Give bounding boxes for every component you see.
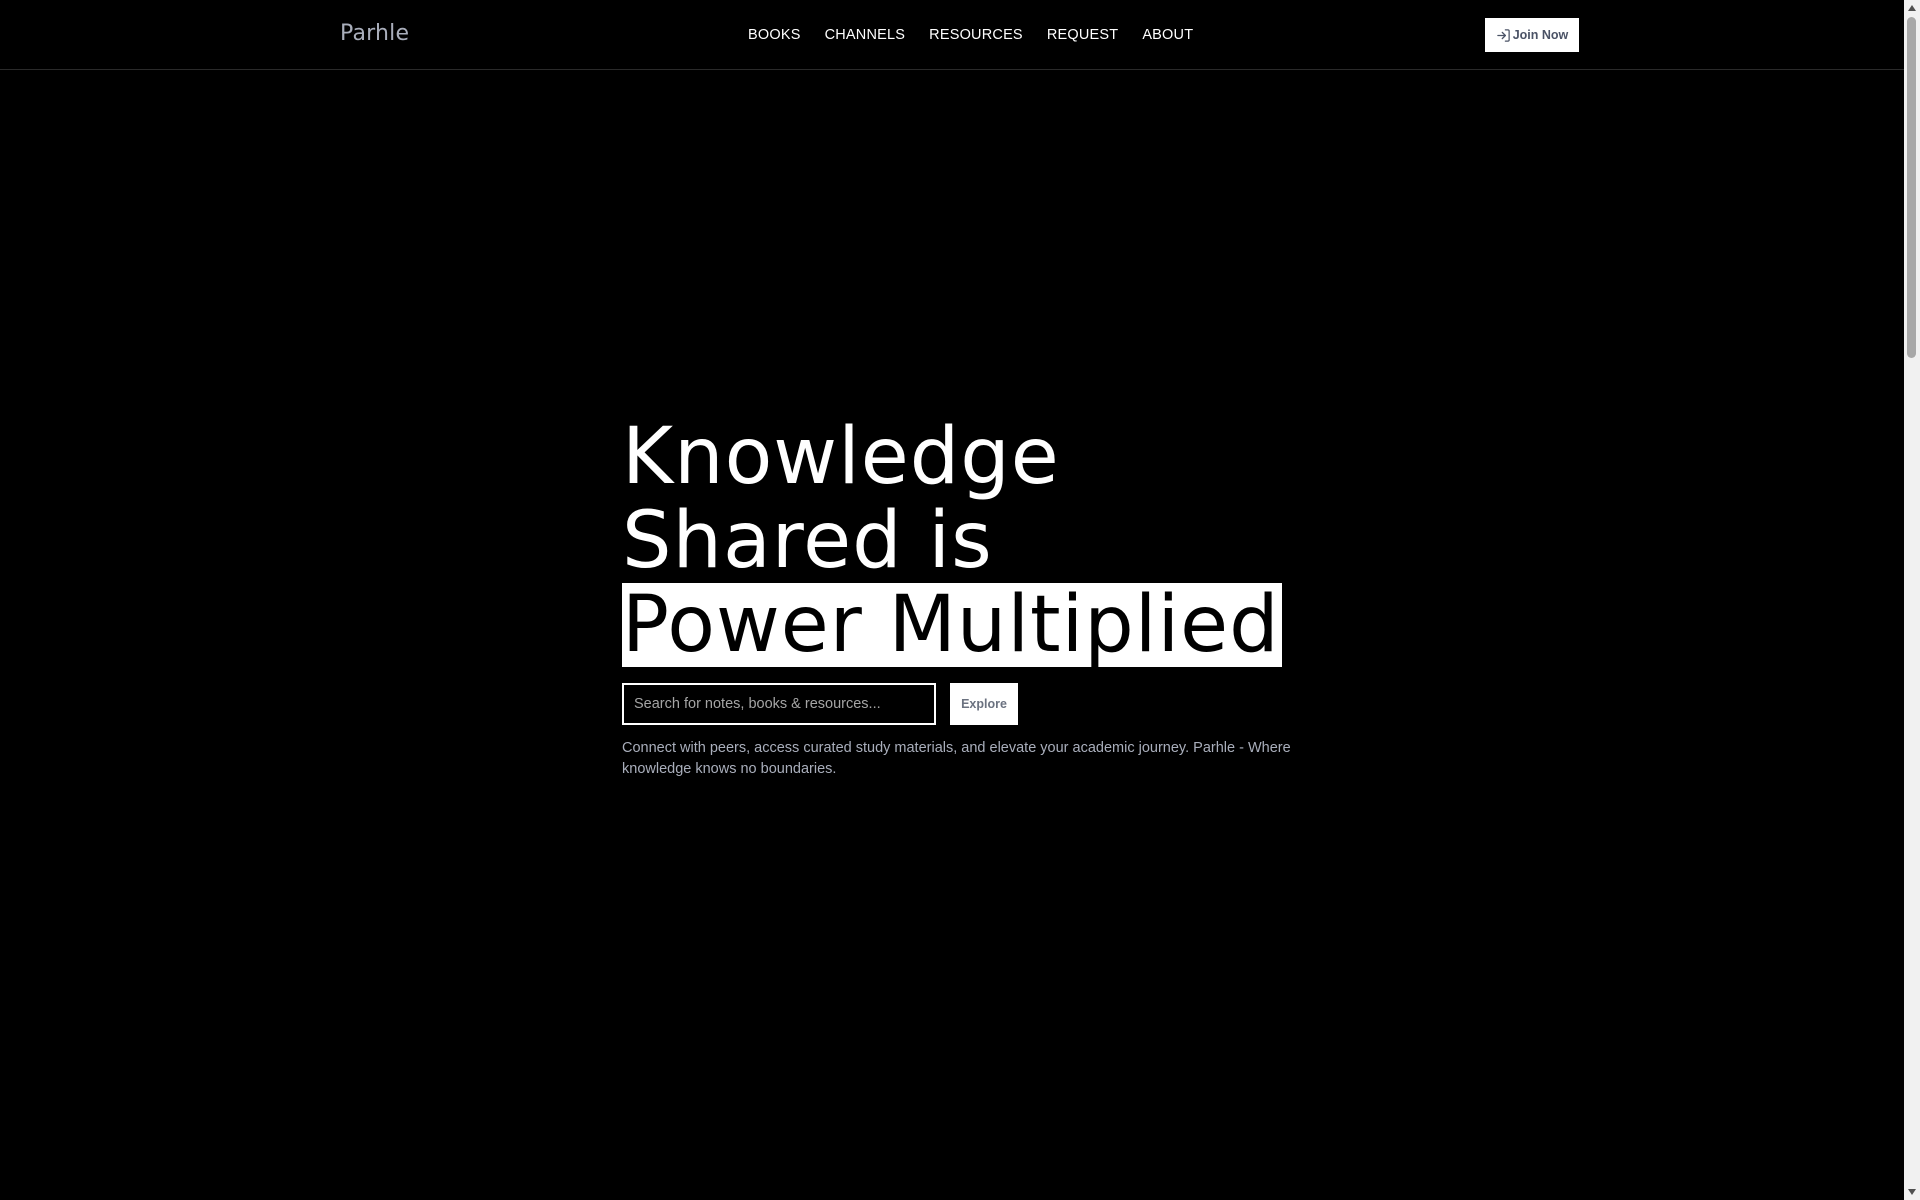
scroll-up-arrow-icon[interactable]	[1904, 0, 1920, 16]
search-row: Explore	[622, 683, 1018, 725]
page: Parhle BOOKS CHANNELS RESOURCES REQUEST …	[0, 0, 1920, 1200]
scroll-down-arrow-icon[interactable]	[1904, 1184, 1920, 1200]
headline-highlight: Power Multiplied	[622, 580, 1282, 670]
join-now-button[interactable]: Join Now	[1485, 18, 1579, 52]
vertical-scrollbar[interactable]	[1904, 0, 1920, 1200]
nav-books[interactable]: BOOKS	[748, 25, 801, 45]
nav-resources[interactable]: RESOURCES	[929, 25, 1023, 45]
join-now-label: Join Now	[1512, 28, 1569, 42]
scrollbar-thumb[interactable]	[1907, 17, 1916, 358]
hero-section: Knowledge Shared is Power Multiplied Exp…	[622, 415, 1322, 777]
headline-line-1: Knowledge	[622, 412, 1060, 502]
search-input[interactable]	[622, 683, 936, 725]
explore-button[interactable]: Explore	[950, 683, 1018, 725]
site-header: Parhle BOOKS CHANNELS RESOURCES REQUEST …	[0, 0, 1904, 70]
logo[interactable]: Parhle	[340, 20, 409, 48]
nav-channels[interactable]: CHANNELS	[825, 25, 906, 45]
log-in-icon	[1496, 28, 1511, 43]
nav-request[interactable]: REQUEST	[1047, 25, 1119, 45]
main-nav: BOOKS CHANNELS RESOURCES REQUEST ABOUT	[748, 25, 1193, 45]
hero-tagline: Connect with peers, access curated study…	[622, 740, 1291, 777]
hero-headline: Knowledge Shared is Power Multiplied	[622, 415, 1322, 667]
nav-about[interactable]: ABOUT	[1142, 25, 1193, 45]
headline-line-2: Shared is	[622, 496, 993, 586]
